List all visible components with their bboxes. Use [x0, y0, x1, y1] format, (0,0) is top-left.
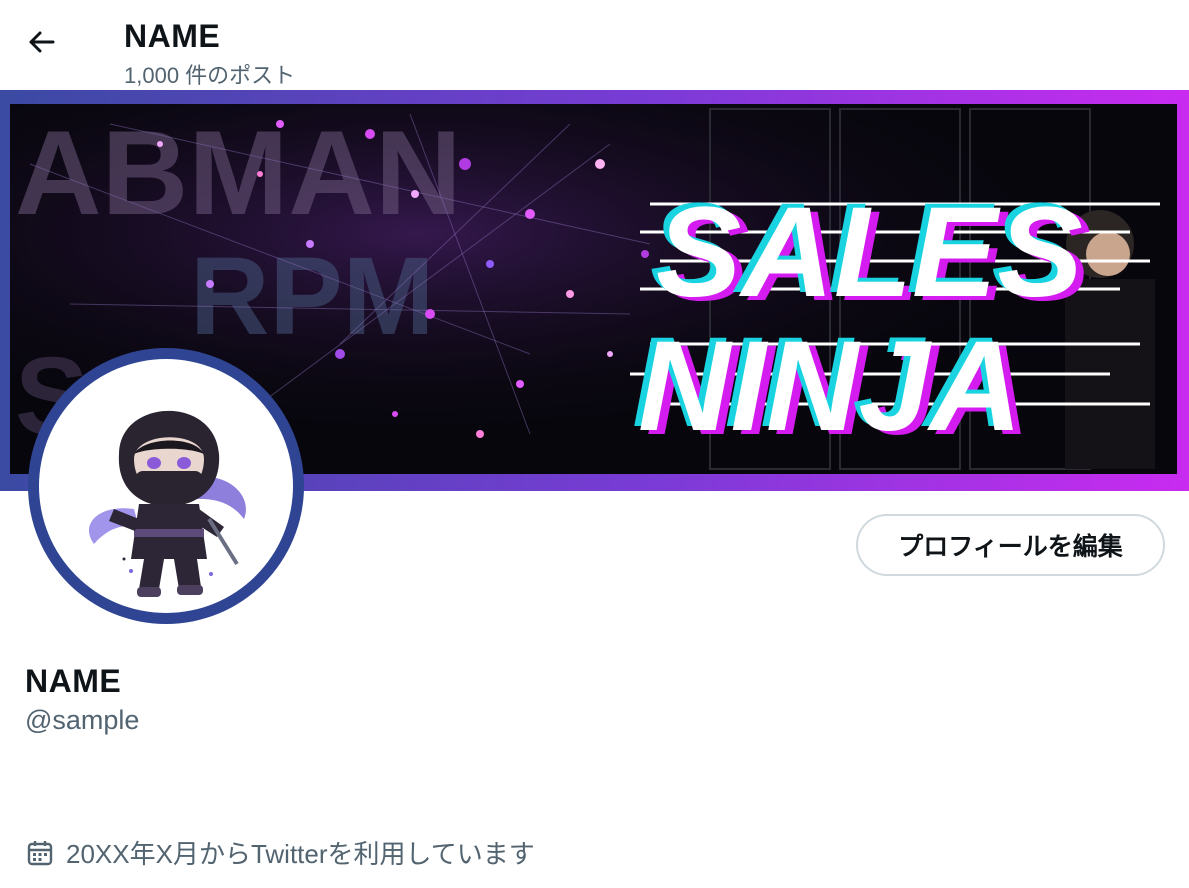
join-date: 20XX年X月からTwitterを利用しています	[26, 834, 535, 871]
profile-handle: @sample	[25, 705, 140, 735]
avatar-image	[39, 359, 293, 613]
profile-name: NAME	[25, 663, 122, 699]
calendar-icon	[27, 840, 53, 865]
edit-profile-button[interactable]: プロフィールを編集	[856, 514, 1165, 576]
ninja-avatar-icon	[88, 410, 246, 597]
header-title: NAME	[124, 18, 221, 54]
profile-header: NAME 1,000 件のポスト	[0, 0, 1189, 90]
banner-bg-text-1: ABMAN	[15, 106, 462, 240]
join-date-text: 20XX年X月からTwitterを利用しています	[66, 839, 535, 869]
back-button[interactable]	[20, 24, 62, 60]
avatar[interactable]	[28, 348, 304, 624]
arrow-left-icon	[29, 31, 55, 53]
banner-title-line2: NINJA	[638, 315, 1022, 458]
banner-title-line1: SALES	[656, 181, 1083, 324]
post-count: 1,000 件のポスト	[124, 63, 296, 88]
